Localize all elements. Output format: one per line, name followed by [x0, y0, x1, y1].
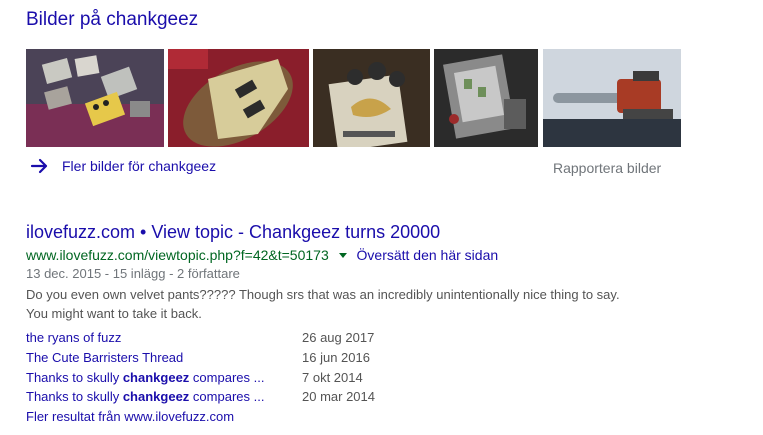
- sublink-date: 26 aug 2017: [302, 330, 375, 345]
- translate-link[interactable]: Översätt den här sidan: [357, 247, 499, 263]
- thumbnail-chainsaw[interactable]: [543, 49, 681, 147]
- result-url: www.ilovefuzz.com/viewtopic.php?f=42&t=5…: [26, 247, 329, 263]
- result-title-link[interactable]: ilovefuzz.com • View topic - Chankgeez t…: [26, 222, 440, 243]
- images-heading[interactable]: Bilder på chankgeez: [26, 9, 198, 31]
- more-results-link[interactable]: Fler resultat från www.ilovefuzz.com: [26, 409, 234, 424]
- sublink-thanks-skully-2[interactable]: Thanks to skully chankgeez compares ...: [26, 389, 264, 404]
- thumbnail-circuit[interactable]: [434, 49, 538, 147]
- sublink-ryans-of-fuzz[interactable]: the ryans of fuzz: [26, 330, 121, 345]
- arrow-right-icon: [30, 158, 48, 174]
- result-url-row: www.ilovefuzz.com/viewtopic.php?f=42&t=5…: [26, 247, 498, 263]
- sublink-date: 16 jun 2016: [302, 350, 370, 365]
- more-images-link[interactable]: Fler bilder för chankgeez: [30, 156, 216, 176]
- sublink-thanks-skully-1[interactable]: Thanks to skully chankgeez compares ...: [26, 370, 264, 385]
- thumbnail-guitar[interactable]: [168, 49, 309, 147]
- snippet-line: You might want to take it back.: [26, 306, 202, 321]
- thumbnail-pedalboard[interactable]: [26, 49, 164, 147]
- report-images-link[interactable]: Rapportera bilder: [553, 160, 661, 176]
- dropdown-caret-icon[interactable]: [338, 252, 347, 258]
- result-meta: 13 dec. 2015 - 15 inlägg - 2 författare: [26, 266, 240, 281]
- more-images-label: Fler bilder för chankgeez: [62, 158, 217, 174]
- sublink-date: 20 mar 2014: [302, 389, 375, 404]
- result-snippet: Do you even own velvet pants????? Though…: [26, 285, 726, 323]
- snippet-line: Do you even own velvet pants????? Though…: [26, 287, 620, 302]
- thumbnail-pedal[interactable]: [313, 49, 430, 147]
- sublink-date: 7 okt 2014: [302, 370, 363, 385]
- sublink-cute-barristers[interactable]: The Cute Barristers Thread: [26, 350, 183, 365]
